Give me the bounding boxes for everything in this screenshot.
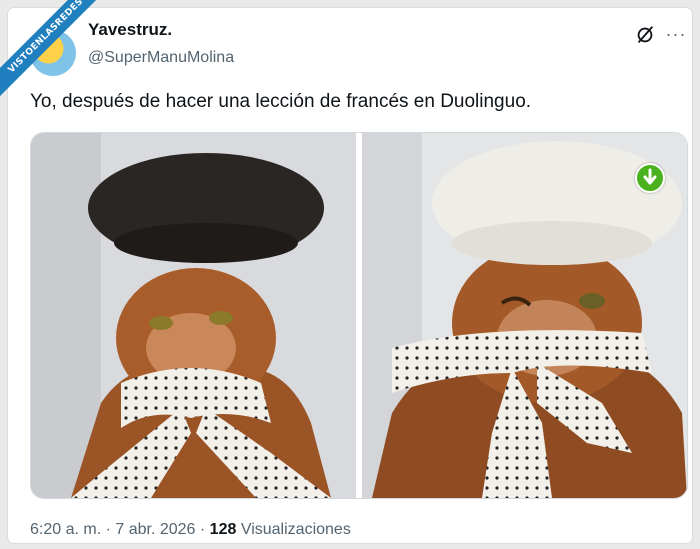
cat-black-beret-image: [31, 133, 356, 498]
views-label: Visualizaciones: [236, 521, 351, 538]
watermark-text: VISTOENLASREDES: [0, 0, 110, 107]
more-icon[interactable]: ···: [664, 22, 688, 46]
photo-cat-white-beret[interactable]: [362, 133, 687, 498]
photo-cat-black-beret[interactable]: [31, 133, 356, 498]
media-grid[interactable]: [30, 132, 688, 499]
meta-separator: ·: [195, 521, 210, 538]
tweet-date[interactable]: 7 abr. 2026: [115, 521, 195, 538]
tweet-card: VISTOENLASREDES Yavestruz. @SuperManuMol…: [0, 0, 692, 543]
tweet-time[interactable]: 6:20 a. m.: [30, 521, 101, 538]
watermark-badge: VISTOENLASREDES: [0, 0, 110, 110]
views-count: 128: [209, 521, 237, 538]
tweet-meta: 6:20 a. m. · 7 abr. 2026 · 128 Visualiza…: [30, 521, 351, 539]
meta-separator: ·: [101, 521, 116, 538]
download-icon[interactable]: [635, 163, 665, 193]
grok-icon[interactable]: [634, 24, 656, 46]
